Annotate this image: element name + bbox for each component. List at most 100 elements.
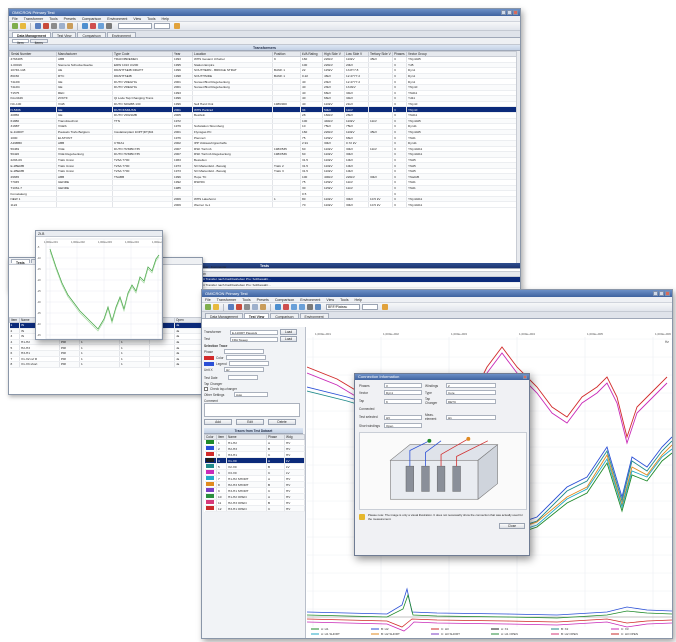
new-icon[interactable] [205,304,211,310]
legend-field[interactable] [228,361,269,366]
check-tap-checkbox[interactable] [204,387,208,391]
print-icon[interactable] [106,23,112,29]
test-select[interactable]: FRA Sweep [230,336,278,342]
back-combo[interactable] [118,23,152,29]
menu-help[interactable]: Help [355,297,362,302]
paste-icon[interactable] [260,304,266,310]
phase-field[interactable] [224,349,264,354]
menu-file[interactable]: File [12,16,18,21]
new-icon[interactable] [12,23,18,29]
help-icon[interactable] [174,23,180,29]
delete-icon[interactable] [43,23,49,29]
menu-environment[interactable]: Environment [107,16,127,21]
save-icon[interactable] [228,304,234,310]
add-button[interactable]: Add [204,419,232,425]
tab-test-view[interactable]: Test View [243,313,270,319]
menu-view[interactable]: View [133,16,141,21]
export-icon[interactable] [90,23,96,29]
back-window-titlebar[interactable]: OMICRON Primary Test [9,9,520,16]
import-icon[interactable] [82,23,88,29]
tab-environment[interactable]: Environment [299,313,329,319]
minimize-icon[interactable] [501,10,506,15]
legend-label: A: X1 [501,627,509,631]
tab-comparison[interactable]: Comparison [270,313,299,319]
menu-tools-2[interactable]: Tools [147,16,155,21]
connection-dialog-titlebar[interactable]: Connection Information [355,374,529,380]
export-icon[interactable] [283,304,289,310]
unit-x-field[interactable]: Hz [224,367,264,372]
y-tick-label: -35 [37,311,41,315]
table-row[interactable]: 1124 2009 Werner 3+1 70 110kV 30kV 10.5 kV 3 YNy… [9,201,520,208]
load-transformer-button[interactable]: Load [280,329,298,335]
cut-icon[interactable] [51,23,57,29]
zoom-in-icon[interactable] [291,304,297,310]
zoom-out-icon[interactable] [299,304,305,310]
delete-button[interactable]: Delete [268,419,296,425]
load-test-button[interactable]: Load [280,336,298,342]
edit-button[interactable]: Edit [236,419,264,425]
cut-icon[interactable] [244,304,250,310]
copy-icon[interactable] [59,23,65,29]
menu-transformer[interactable]: Transformer [24,16,43,21]
side-tab-tests[interactable]: Tests [11,259,30,265]
back-toolbar [9,22,520,31]
cursor-icon[interactable] [307,304,313,310]
dialog-close-button[interactable]: Close [499,523,525,530]
color-swatch-blue[interactable] [204,361,214,366]
back-combo-2[interactable] [154,23,170,29]
copy-icon[interactable] [252,304,258,310]
menu-comparison[interactable]: Comparison [275,297,294,302]
color-field[interactable] [225,355,266,360]
color-swatch-red[interactable] [204,355,214,360]
front-window-titlebar[interactable]: OMICRON Primary Test [202,290,672,297]
tab-comparison[interactable]: Comparison [77,32,106,38]
menu-help[interactable]: Help [162,16,169,21]
front-window: OMICRON Primary Test File Transformer To… [201,289,673,639]
trace-color-swatch[interactable] [204,505,217,512]
other-settings-select[interactable]: Auto [234,392,268,397]
menu-presets[interactable]: Presets [64,16,76,21]
test-date-field[interactable] [228,375,258,380]
phase-label: Phase [204,349,214,354]
menu-view[interactable]: View [326,297,334,302]
table-cell: Werner 3+1 [192,201,273,208]
table-cell: 1 [79,361,120,368]
maximize-icon[interactable] [507,10,512,15]
comment-textarea[interactable] [204,403,300,417]
zoom-icon[interactable] [98,23,104,29]
tab-data-management[interactable]: Data Management [205,313,243,319]
minimize-icon[interactable] [653,291,658,296]
vertical-scrollbar[interactable] [516,51,520,263]
maximize-icon[interactable] [659,291,664,296]
paste-icon[interactable] [67,23,73,29]
front-combo-2[interactable] [362,304,378,310]
menu-tools-2[interactable]: Tools [340,297,348,302]
help-icon[interactable] [382,304,388,310]
table-row[interactable]: 8 X1-X3 short PRI 1 1 Ja [9,361,202,368]
open-icon[interactable] [213,304,219,310]
import-icon[interactable] [275,304,281,310]
menu-tools[interactable]: Tools [242,297,250,302]
menu-transformer[interactable]: Transformer [217,297,236,302]
delete-icon[interactable] [236,304,242,310]
save-icon[interactable] [35,23,41,29]
filter-icon[interactable] [315,304,321,310]
tab-environment[interactable]: Environment [106,32,136,38]
dialog-close-icon[interactable] [523,375,527,379]
tab-data-management[interactable]: Data Management [12,32,52,38]
subtab-items[interactable]: Items [29,39,48,45]
menu-file[interactable]: File [205,297,211,302]
dialog-tapchanger-value: DETC [446,398,496,404]
menu-comparison[interactable]: Comparison [82,16,101,21]
menu-environment[interactable]: Environment [300,297,320,302]
tab-test-view[interactable]: Test View [52,32,77,38]
open-icon[interactable] [20,23,26,29]
trace-row[interactable]: 12 H3-H1 OPEN C HV [204,505,305,512]
close-icon[interactable] [665,291,670,296]
subtab-item[interactable]: Item [12,39,29,45]
close-icon[interactable] [513,10,518,15]
front-unit-combo[interactable]: BRF/Plateau [326,304,360,310]
menu-presets[interactable]: Presets [257,297,269,302]
menu-tools[interactable]: Tools [49,16,57,21]
transformer-select[interactable]: E-11000T Pauwels [230,329,278,335]
